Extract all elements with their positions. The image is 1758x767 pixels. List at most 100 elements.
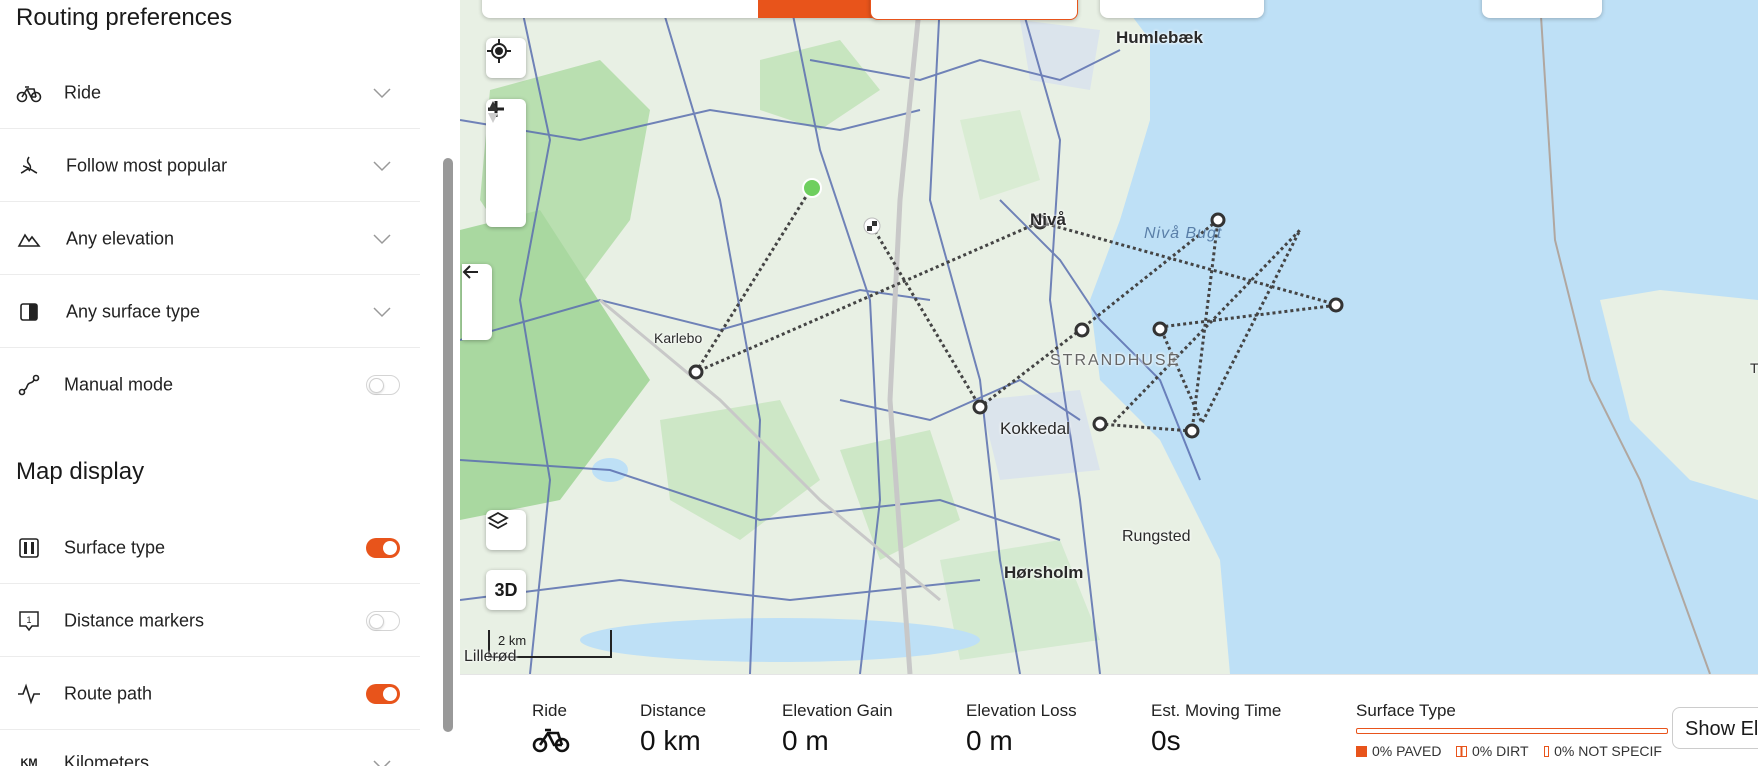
top-toolbar-option[interactable] [1100, 0, 1264, 18]
surface-type-selector[interactable]: Any surface type [0, 276, 420, 348]
divider [0, 656, 420, 657]
distance-markers-toggle[interactable] [366, 611, 400, 631]
legend-dirt: 0% DIRT [1456, 743, 1529, 759]
route-path-label: Route path [64, 683, 153, 704]
scale-label: 2 km [498, 633, 527, 648]
place-label: Kokkedal [1000, 419, 1070, 438]
collapse-sidebar-button[interactable] [462, 264, 492, 340]
manual-mode-row: Manual mode [0, 349, 420, 421]
elevation-loss-stat: Elevation Loss 0 m [966, 701, 1077, 757]
svg-text:1: 1 [26, 615, 31, 625]
place-label: T [1750, 360, 1758, 376]
divider [0, 583, 420, 584]
finish-flag-icon [863, 217, 881, 235]
bicycle-icon [532, 728, 570, 753]
divider [0, 128, 420, 129]
distance-stat: Distance 0 km [640, 701, 706, 757]
manual-route-icon [16, 372, 42, 398]
units-selector[interactable]: KM Kilometers [0, 731, 420, 766]
chevron-down-icon [373, 161, 391, 172]
place-label: Karlebo [654, 330, 703, 346]
legend-not-specified: 0% NOT SPECIF [1544, 743, 1662, 759]
routing-preferences-title: Routing preferences [16, 4, 233, 31]
place-label: Lillerød [464, 648, 517, 665]
manual-mode-label: Manual mode [64, 374, 174, 395]
surface-type-icon [16, 299, 42, 325]
legend-not-specified-label: 0% NOT SPECIF [1554, 743, 1662, 759]
top-toolbar-action[interactable] [870, 0, 1078, 20]
moving-time-stat: Est. Moving Time 0s [1151, 701, 1281, 757]
popular-route-icon [16, 153, 42, 179]
surface-type-display-row: Surface type [0, 512, 420, 584]
show-elevation-button[interactable]: Show El [1672, 707, 1758, 749]
bicycle-icon [16, 80, 42, 106]
divider [0, 347, 420, 348]
surface-type-bar [1356, 728, 1668, 734]
popularity-selector[interactable]: Follow most popular [0, 130, 420, 202]
place-label: STRANDHUSE [1050, 352, 1181, 369]
dirt-swatch [1456, 745, 1467, 757]
compass-icon [488, 101, 498, 123]
route-path-toggle[interactable] [366, 684, 400, 704]
moving-time-value: 0s [1151, 725, 1181, 756]
distance-value: 0 km [640, 725, 701, 756]
chevron-down-icon [373, 760, 391, 766]
map-canvas[interactable]: 3D 2 km Humlebæk Nivå Nivå Bugt Karlebo … [460, 0, 1758, 674]
layers-button[interactable] [486, 510, 526, 550]
divider [0, 274, 420, 275]
elevation-loss-label: Elevation Loss [966, 701, 1077, 720]
locate-icon [487, 39, 511, 63]
route-path-icon [16, 681, 42, 707]
not-specified-swatch [1544, 745, 1550, 757]
paved-swatch [1356, 745, 1367, 757]
chevron-down-icon [373, 307, 391, 318]
chevron-down-icon [373, 88, 391, 99]
km-units-icon: KM [20, 757, 38, 766]
popularity-label: Follow most popular [66, 155, 228, 176]
mountain-icon [16, 226, 42, 252]
elevation-gain-label: Elevation Gain [782, 701, 893, 720]
legend-dirt-label: 0% DIRT [1472, 743, 1529, 759]
elevation-selector[interactable]: Any elevation [0, 203, 420, 275]
elevation-gain-stat: Elevation Gain 0 m [782, 701, 893, 757]
distance-label: Distance [640, 701, 707, 720]
ride-type-label: Ride [64, 82, 102, 103]
distance-marker-icon: 1 [16, 608, 42, 634]
place-label: Nivå [1030, 210, 1066, 229]
top-toolbar-right[interactable] [1482, 0, 1602, 18]
ride-stat: Ride [532, 701, 570, 758]
place-label: Hørsholm [1004, 563, 1084, 582]
top-toolbar[interactable] [482, 0, 882, 18]
manual-mode-toggle[interactable] [366, 375, 400, 395]
elevation-gain-value: 0 m [782, 725, 829, 756]
distance-markers-row: 1 Distance markers [0, 585, 420, 657]
elevation-label: Any elevation [66, 228, 175, 249]
surface-type-toggle[interactable] [366, 538, 400, 558]
units-label: Kilometers [64, 752, 150, 767]
3d-toggle-button[interactable]: 3D [486, 570, 526, 610]
route-stats-bar: Ride Distance 0 km Elevation Gain 0 m El… [460, 674, 1758, 767]
sidebar: Routing preferences Ride Follow most pop… [0, 0, 460, 766]
moving-time-label: Est. Moving Time [1151, 701, 1282, 720]
surface-type-display-label: Surface type [64, 537, 166, 558]
surface-type-stat-label: Surface Type [1356, 701, 1456, 720]
distance-markers-label: Distance markers [64, 610, 205, 631]
ride-type-selector[interactable]: Ride [0, 57, 420, 129]
sidebar-scrollbar[interactable] [443, 158, 453, 732]
surface-type-label: Any surface type [66, 301, 201, 322]
legend-paved-label: 0% PAVED [1372, 743, 1442, 759]
place-label: Humlebæk [1116, 28, 1203, 47]
route-path-row: Route path [0, 658, 420, 730]
layers-icon [487, 511, 509, 530]
locate-button[interactable] [486, 38, 526, 78]
map-display-title: Map display [16, 458, 145, 485]
surface-type-stat: Surface Type [1356, 701, 1456, 721]
elevation-loss-value: 0 m [966, 725, 1013, 756]
divider [0, 201, 420, 202]
divider [0, 729, 420, 730]
legend-paved: 0% PAVED [1356, 743, 1442, 759]
arrow-left-icon [462, 265, 478, 279]
surface-type-icon [16, 535, 42, 561]
place-label-water: Nivå Bugt [1144, 225, 1223, 242]
place-label: Rungsted [1122, 528, 1191, 545]
